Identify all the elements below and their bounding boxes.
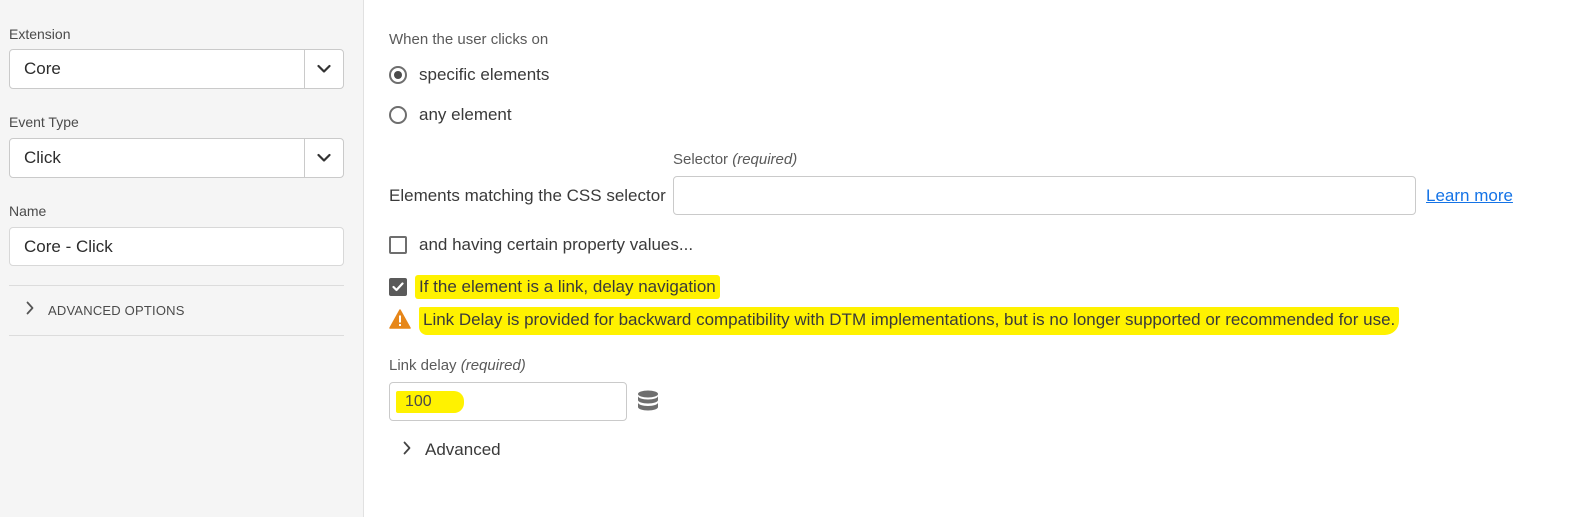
link-delay-value: 100 [396, 390, 464, 413]
chevron-right-icon [26, 301, 34, 320]
selector-input[interactable] [673, 176, 1416, 215]
name-label: Name [9, 203, 47, 219]
delay-navigation-checkbox-row[interactable]: If the element is a link, delay navigati… [389, 275, 720, 299]
link-delay-input[interactable]: 100 [389, 382, 627, 421]
chevron-down-icon[interactable] [304, 50, 343, 88]
checkbox-checked[interactable] [389, 278, 407, 296]
extension-select-value: Core [24, 59, 61, 78]
event-type-select-value: Click [24, 148, 61, 167]
main-panel: When the user clicks on specific element… [365, 0, 1577, 517]
warning-text: Link Delay is provided for backward comp… [419, 307, 1400, 335]
advanced-toggle[interactable]: Advanced [403, 440, 501, 460]
advanced-options-label: ADVANCED OPTIONS [48, 302, 185, 318]
warning-icon [389, 308, 411, 334]
selector-row-label: Elements matching the CSS selector [389, 186, 666, 205]
advanced-options-toggle[interactable]: ADVANCED OPTIONS [26, 300, 185, 320]
event-type-select[interactable]: Click [9, 138, 344, 178]
divider [9, 335, 344, 336]
advanced-label: Advanced [425, 440, 501, 459]
extension-label: Extension [9, 26, 71, 42]
warning-row: Link Delay is provided for backward comp… [389, 307, 1400, 335]
database-icon[interactable] [636, 389, 660, 418]
radio-button[interactable] [389, 106, 407, 124]
learn-more-link[interactable]: Learn more [1426, 186, 1513, 206]
chevron-down-icon[interactable] [304, 139, 343, 177]
divider [9, 285, 344, 286]
checkbox[interactable] [389, 236, 407, 254]
property-values-checkbox-row[interactable]: and having certain property values... [389, 235, 693, 255]
when-label: When the user clicks on [389, 31, 549, 48]
radio-any-element[interactable]: any element [389, 105, 512, 125]
radio-button[interactable] [389, 66, 407, 84]
name-input[interactable] [9, 227, 344, 266]
chevron-right-icon [403, 441, 411, 460]
radio-specific-elements[interactable]: specific elements [389, 65, 549, 85]
property-values-label: and having certain property values... [419, 235, 694, 254]
extension-select[interactable]: Core [9, 49, 344, 89]
radio-label: specific elements [419, 65, 550, 84]
radio-label: any element [419, 105, 512, 124]
event-type-label: Event Type [9, 114, 79, 130]
link-delay-label: Link delay (required) [389, 357, 526, 374]
sidebar: Extension Core Event Type Click Name ADV… [0, 0, 364, 517]
selector-field-label: Selector (required) [673, 151, 798, 168]
delay-navigation-label: If the element is a link, delay navigati… [415, 275, 720, 299]
checkmark-icon [392, 282, 404, 292]
